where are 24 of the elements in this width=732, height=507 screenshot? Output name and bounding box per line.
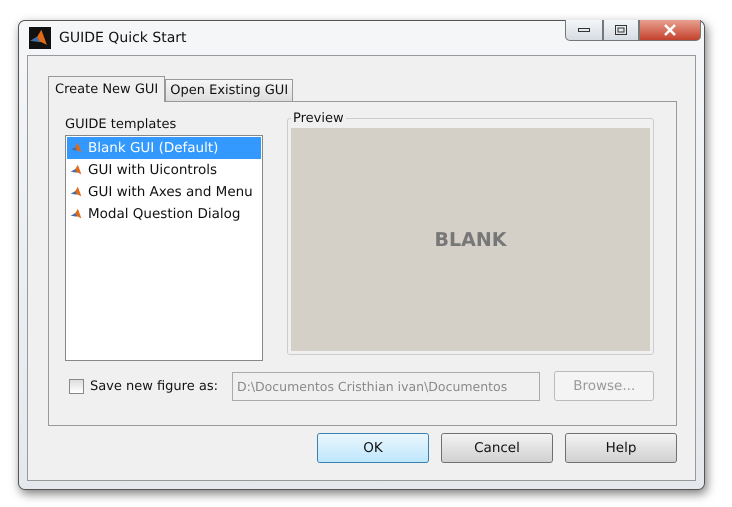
tab[interactable]: Open Existing GUI (165, 79, 294, 101)
checkbox-label: Save new figure as: (90, 378, 218, 394)
dialog-button[interactable]: Cancel (441, 433, 553, 463)
minimize-button[interactable] (565, 20, 603, 41)
close-icon (663, 24, 677, 36)
list-item[interactable]: GUI with Axes and Menu (67, 181, 261, 203)
list-item[interactable]: GUI with Uicontrols (67, 159, 261, 181)
template-icon (70, 185, 84, 199)
list-item[interactable]: Modal Question Dialog (67, 203, 261, 225)
window-title: GUIDE Quick Start (59, 30, 188, 46)
template-icon (70, 163, 84, 177)
template-icon (70, 207, 84, 221)
group-title: Preview (292, 111, 345, 126)
minimize-icon (578, 27, 590, 33)
list-label: GUIDE templates (65, 117, 178, 132)
dialog-button[interactable]: OK (317, 433, 429, 463)
dialog-button[interactable]: Help (565, 433, 677, 463)
close-button[interactable] (639, 20, 701, 41)
preview-text: BLANK (434, 228, 506, 250)
template-icon (70, 141, 84, 155)
app-logo-icon (29, 27, 51, 49)
tab[interactable]: Create New GUI (48, 76, 166, 102)
maximize-icon (615, 25, 627, 35)
maximize-button[interactable] (603, 20, 639, 41)
